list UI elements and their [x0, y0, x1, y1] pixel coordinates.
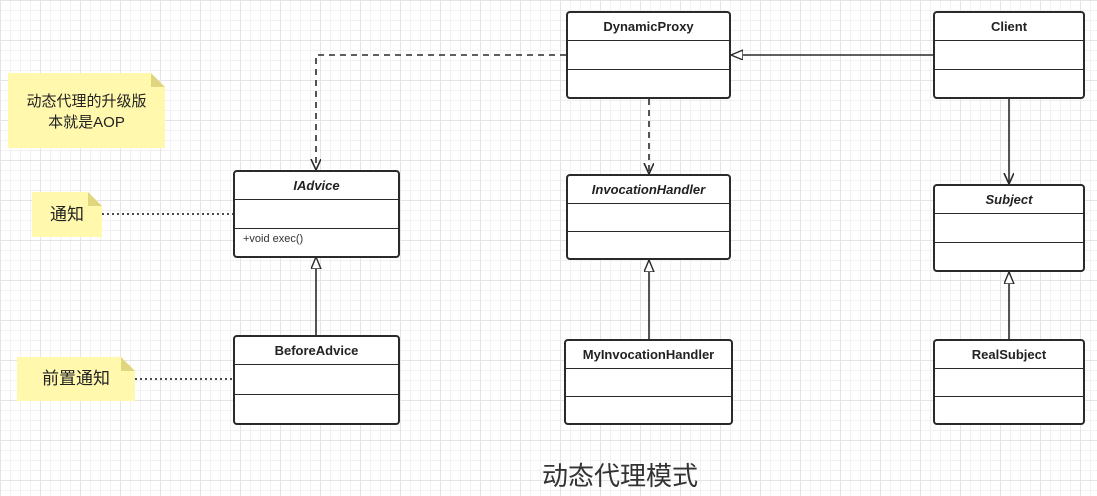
class-name: RealSubject	[935, 341, 1083, 369]
operations-section	[235, 395, 398, 424]
note-advice-text: 通知	[50, 205, 84, 224]
class-before-advice[interactable]: BeforeAdvice	[233, 335, 400, 425]
attributes-section	[566, 369, 731, 397]
class-name: Subject	[935, 186, 1083, 214]
note-aop[interactable]: 动态代理的升级版 本就是AOP	[8, 73, 165, 148]
dynamicproxy-to-iadvice-dependency	[316, 54, 566, 170]
class-invocation-handler[interactable]: InvocationHandler	[566, 174, 731, 260]
attributes-section	[935, 214, 1083, 243]
class-name: IAdvice	[235, 172, 398, 200]
attributes-section	[935, 41, 1083, 70]
note-aop-line2: 本就是AOP	[48, 114, 125, 131]
class-subject[interactable]: Subject	[933, 184, 1085, 272]
class-iadvice[interactable]: IAdvice +void exec()	[233, 170, 400, 258]
note-aop-line1: 动态代理的升级版	[26, 93, 147, 110]
class-dynamic-proxy[interactable]: DynamicProxy	[566, 11, 731, 99]
operations-section	[935, 397, 1083, 424]
attributes-section	[935, 369, 1083, 397]
note-before-advice-text: 前置通知	[42, 369, 110, 388]
class-name: Client	[935, 13, 1083, 41]
class-client[interactable]: Client	[933, 11, 1085, 99]
attributes-section	[568, 204, 729, 232]
operations-section: +void exec()	[235, 229, 398, 257]
class-name: BeforeAdvice	[235, 337, 398, 365]
class-name: DynamicProxy	[568, 13, 729, 41]
note-before-advice[interactable]: 前置通知	[17, 357, 135, 401]
attributes-section	[235, 365, 398, 395]
operations-section	[935, 243, 1083, 271]
operations-section	[568, 232, 729, 259]
operation-exec: +void exec()	[243, 232, 304, 245]
attributes-section	[568, 41, 729, 70]
operations-section	[566, 397, 731, 424]
diagram-caption: 动态代理模式	[541, 462, 698, 492]
operations-section	[935, 70, 1083, 98]
operations-section	[568, 70, 729, 98]
attributes-section	[235, 200, 398, 229]
class-my-invocation-handler[interactable]: MyInvocationHandler	[564, 339, 733, 425]
class-real-subject[interactable]: RealSubject	[933, 339, 1085, 425]
note-advice[interactable]: 通知	[32, 192, 102, 237]
class-name: InvocationHandler	[568, 176, 729, 204]
class-name: MyInvocationHandler	[566, 341, 731, 369]
